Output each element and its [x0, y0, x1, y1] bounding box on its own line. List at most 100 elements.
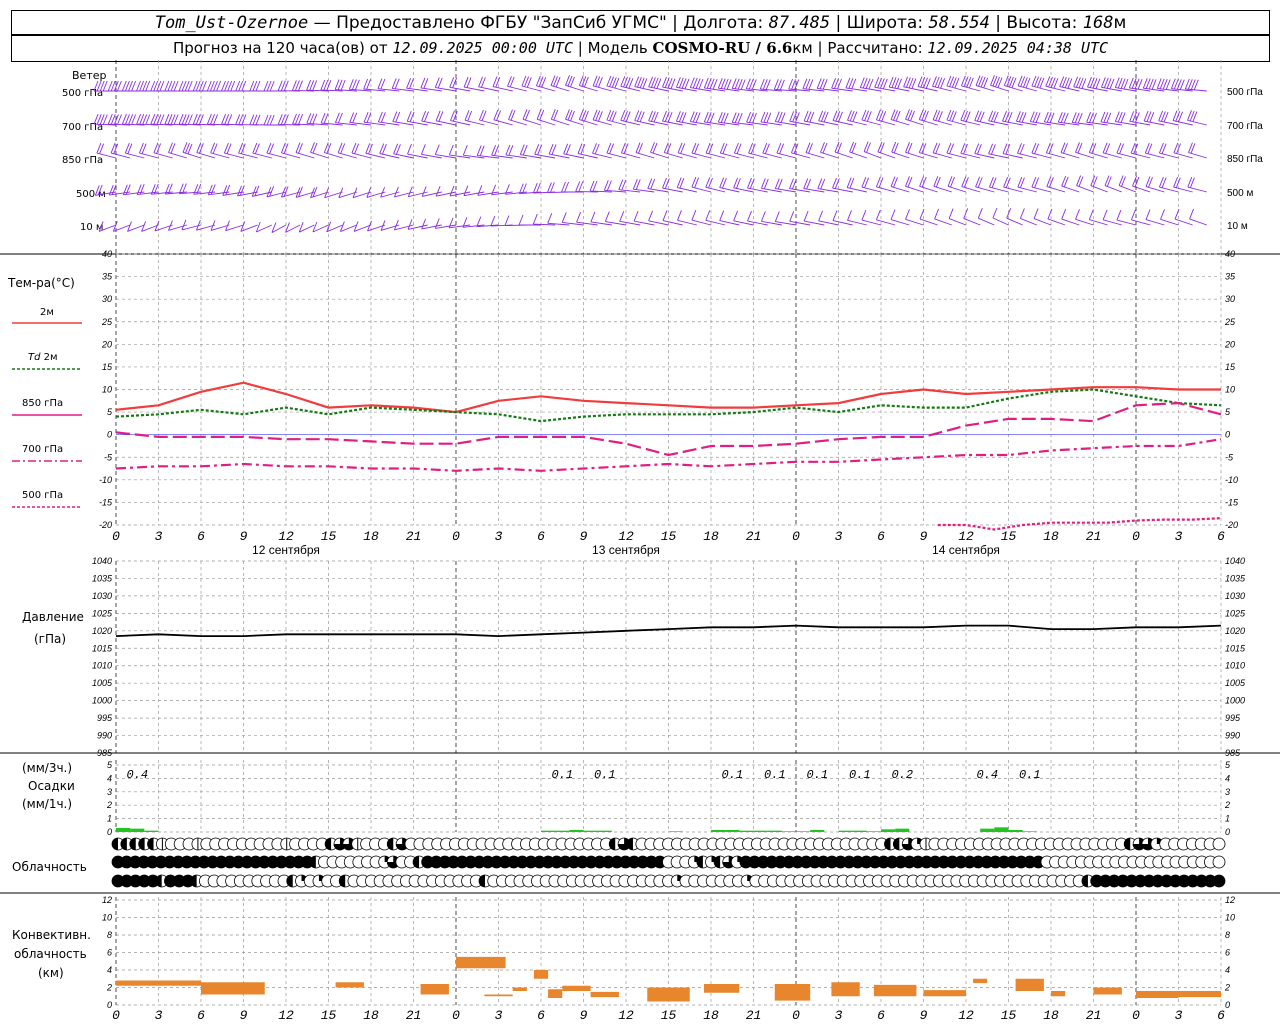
conv-time-tick-label: 21 — [1086, 1008, 1102, 1023]
wind-barb — [107, 80, 131, 92]
wind-barb — [1006, 208, 1023, 226]
wind-barb — [961, 176, 981, 193]
precip-ytick-right: 1 — [1225, 814, 1230, 824]
conv-cloud-bar — [533, 970, 549, 979]
conv-cloud-bar — [1136, 991, 1179, 998]
wind-barb — [206, 113, 230, 126]
wind-barb — [832, 110, 853, 126]
wind-barb — [178, 80, 201, 92]
wind-barb — [255, 221, 273, 233]
wind-barb — [235, 80, 258, 92]
temp-ytick-right: 20 — [1224, 339, 1235, 349]
wind-barb — [946, 142, 967, 159]
wind-barb — [918, 142, 938, 159]
conv-ytick-right: 6 — [1225, 948, 1230, 958]
precip-3h-label: 0.1 — [721, 768, 743, 782]
conv-ytick-left: 6 — [107, 948, 112, 958]
temp-ytick-right: -10 — [1225, 475, 1238, 485]
precip-hourly-bar — [994, 827, 1009, 832]
precip-hourly-bar — [711, 829, 726, 832]
conv-time-tick-label: 0 — [792, 1008, 800, 1023]
wind-barb — [365, 143, 386, 159]
time-tick-label: 9 — [920, 529, 928, 544]
wind-barb — [565, 109, 584, 126]
precip-ytick-left: 3 — [107, 787, 112, 797]
precip-hourly-bar — [980, 828, 995, 832]
precip-hourly-bar — [810, 829, 825, 832]
wind-barb — [618, 179, 641, 193]
wind-barb — [592, 143, 612, 159]
wind-barb — [861, 176, 882, 193]
temp-500hpa-line — [937, 517, 1222, 531]
wind-barb — [948, 208, 967, 226]
precip-ytick-left: 5 — [107, 760, 113, 770]
conv-time-tick-label: 15 — [321, 1008, 337, 1023]
wind-barb — [178, 113, 202, 126]
wind-barb — [932, 76, 952, 92]
conv-time-tick-label: 9 — [240, 1008, 248, 1023]
conv-time-tick-label: 15 — [661, 1008, 677, 1023]
conv-ytick-left: 10 — [102, 913, 112, 923]
wind-barb — [1116, 142, 1137, 159]
wind-barb — [406, 78, 428, 92]
wind-barb — [353, 221, 372, 232]
wind-barb — [196, 142, 216, 159]
time-tick-label: 9 — [240, 529, 248, 544]
temp-ytick-left: -15 — [99, 497, 113, 507]
conv-time-tick-label: 12 — [618, 1008, 634, 1023]
precip-3h-label: 0.1 — [594, 768, 616, 782]
precip-3h-label: 0.1 — [849, 768, 871, 782]
wind-barb — [1102, 209, 1122, 226]
conv-ytick-right: 4 — [1225, 965, 1230, 975]
wind-barb — [1061, 175, 1080, 193]
precip-hourly-bar — [767, 830, 782, 832]
precip-ytick-left: 4 — [107, 773, 112, 783]
wind-barb — [662, 177, 683, 193]
temp-ytick-left: 30 — [102, 294, 112, 304]
wind-barb — [847, 210, 867, 226]
wind-barb — [905, 109, 924, 126]
wind-barb — [263, 80, 286, 92]
wind-barb — [1090, 175, 1108, 193]
wind-barb — [136, 80, 159, 92]
pressure-ytick-right: 1020 — [1225, 626, 1245, 636]
time-tick-label: 6 — [1217, 529, 1225, 544]
wind-barb — [960, 110, 981, 126]
precip-hourly-bar — [130, 828, 145, 832]
wind-barb — [504, 215, 527, 227]
wind-barb — [223, 142, 244, 159]
wind-barb — [507, 76, 527, 92]
time-tick-label: 18 — [363, 529, 379, 544]
wind-barb — [96, 142, 117, 159]
precip-hourly-bar — [781, 831, 796, 832]
wind-barb — [1031, 142, 1052, 159]
pressure-ytick-left: 1025 — [92, 608, 113, 618]
conv-ytick-right: 2 — [1224, 983, 1230, 993]
precip-hourly-bar — [895, 828, 910, 832]
wind-barb — [478, 109, 499, 126]
wind-barb — [1132, 175, 1151, 193]
wind-barb — [975, 176, 995, 193]
conv-time-tick-label: 3 — [495, 1008, 503, 1023]
wind-barb — [903, 76, 924, 92]
wind-barb — [662, 210, 683, 226]
wind-barb — [222, 184, 244, 196]
pressure-ytick-left: 995 — [97, 713, 113, 723]
precip-hourly-bar — [541, 830, 556, 832]
wind-barb — [565, 75, 584, 92]
wind-barb — [210, 142, 230, 159]
conv-cloud-bar — [420, 984, 449, 995]
wind-barb — [235, 114, 258, 126]
wind-barb — [407, 186, 428, 198]
wind-barb — [1116, 209, 1137, 226]
wind-barb — [988, 143, 1009, 159]
cloud-clear-icon — [1212, 855, 1226, 869]
precip-hourly-bar — [796, 831, 811, 832]
precip-hourly-bar — [144, 830, 159, 832]
pressure-ytick-right: 1035 — [1225, 573, 1246, 583]
precip-3h-label: 0.2 — [891, 768, 913, 782]
day-label: 12 сентября — [252, 543, 320, 557]
wind-barb — [1088, 142, 1108, 159]
wind-barb — [491, 184, 513, 196]
cloud-half-icon — [112, 838, 118, 850]
